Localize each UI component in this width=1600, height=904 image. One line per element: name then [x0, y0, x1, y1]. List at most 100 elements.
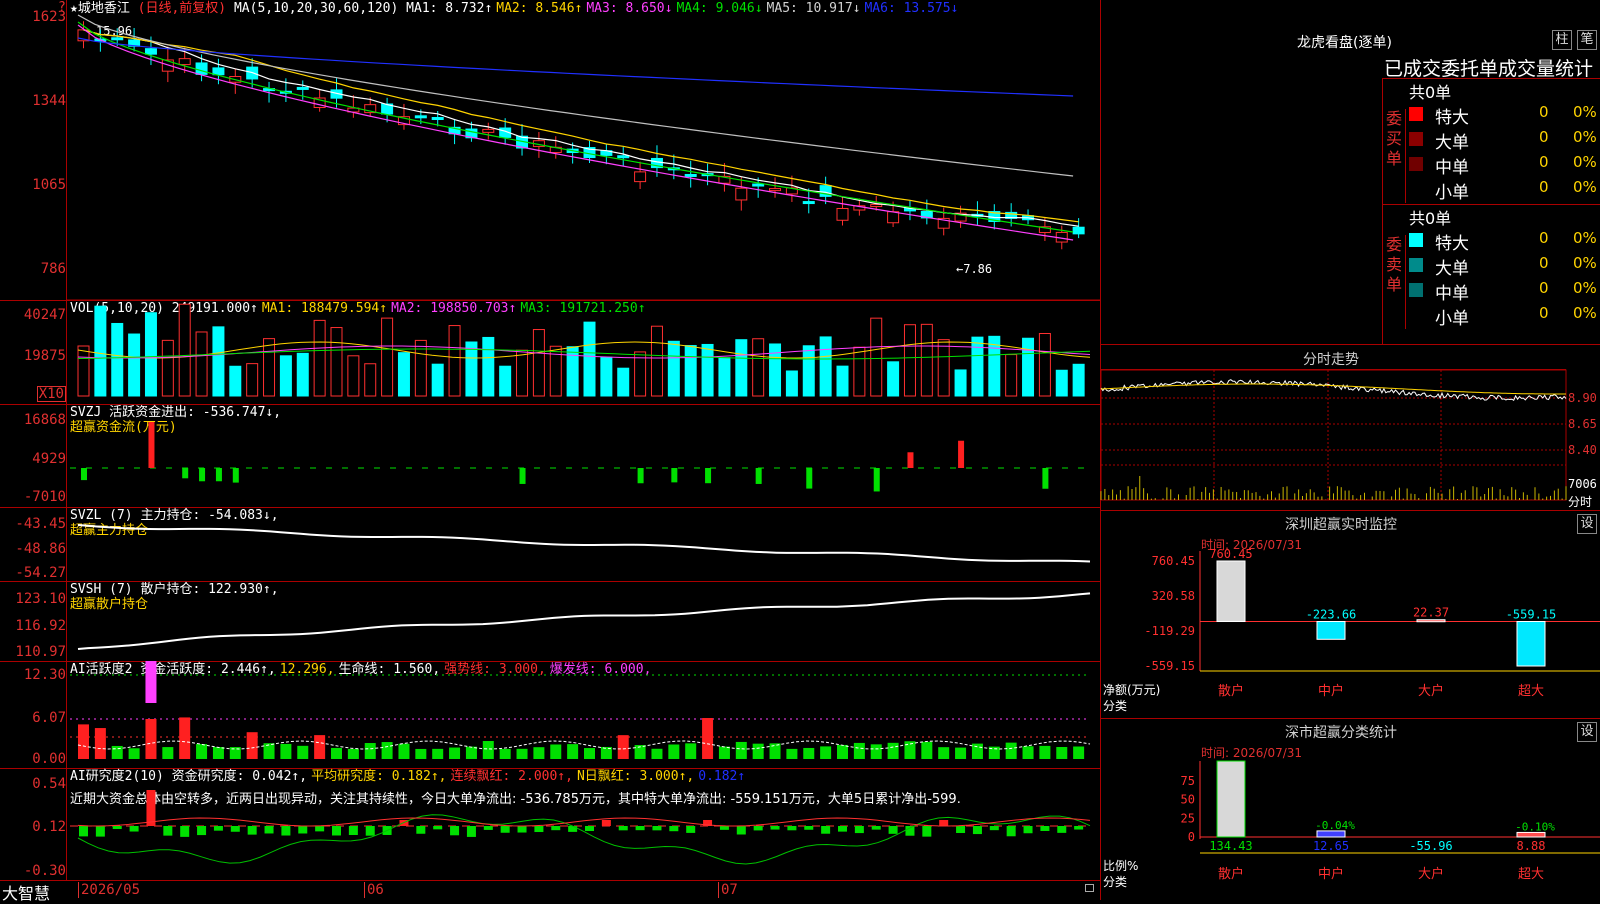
volume-bar — [279, 355, 292, 397]
avg-research-line — [77, 817, 1091, 827]
order-percent: 0% — [1573, 254, 1597, 272]
research-bar — [433, 826, 443, 830]
monitor-tick: -119.29 — [1144, 624, 1195, 638]
research-bar — [1057, 826, 1067, 833]
bar-mode-button[interactable]: 柱 — [1552, 30, 1572, 50]
activity-bar — [786, 748, 798, 759]
research-bar — [247, 826, 257, 835]
activity-bar — [364, 743, 376, 759]
volume-bar — [1038, 333, 1051, 397]
activity-bar — [971, 743, 983, 759]
flow-bar — [215, 468, 222, 482]
volume-bar — [583, 321, 596, 397]
research-bar — [197, 826, 207, 836]
order-volume: 0 — [1539, 279, 1549, 297]
classify-tick: 0 — [1188, 830, 1195, 844]
classify-bar-label: 134.43 — [1209, 839, 1252, 853]
research-bar — [534, 826, 544, 833]
activity-bar — [803, 747, 815, 759]
research-bar — [450, 826, 460, 836]
monitor-chart: 760.45 320.58 -119.29 -559.15 760.45 散户 -223.6… — [1144, 547, 1600, 699]
monitor-category: 中户 — [1318, 683, 1344, 699]
activity-bar — [111, 745, 123, 759]
sell-orders: 共0单 委卖单 特大 0 0% 大单 0 0% 中单 0 0% 小单 0 0% — [1383, 205, 1600, 329]
svzl-panel[interactable]: -43.45 -48.86 -54.27 SVZL (7) 主力持仓: -54.… — [0, 507, 1100, 582]
volume-bar — [853, 346, 866, 397]
ai-research-panel[interactable]: 0.54 0.12 -0.30 AI研究度2(10) 资金研究度: 0.042↑… — [0, 768, 1100, 881]
candle — [482, 128, 495, 133]
activity-bar — [702, 718, 714, 759]
research-bar — [736, 826, 746, 835]
main-position-line — [77, 524, 1091, 563]
volume-panel[interactable]: 40247 19875 X10 VOL(5,10,20) 249191.000↑… — [0, 300, 1100, 405]
activity-bar — [128, 748, 140, 759]
monitor-bar-label: 760.45 — [1209, 547, 1252, 561]
research-bar — [821, 826, 831, 834]
order-percent: 0% — [1573, 279, 1597, 297]
activity-bar — [567, 744, 579, 759]
order-label: 特大 — [1435, 108, 1469, 128]
order-side-label: 委卖单 — [1383, 235, 1406, 329]
ai-activity-panel[interactable]: 12.30 6.07 0.00 AI活跃度2 资金活跃度: 2.446↑, 12.… — [0, 661, 1100, 769]
activity-bar — [145, 719, 157, 759]
volume-bar — [381, 317, 394, 397]
retail-position-line — [77, 592, 1091, 650]
classify-tick: 75 — [1181, 774, 1195, 788]
kline-chart-area[interactable]: 1623 1344 1065 786 ? ★城地香江 (日线,前复权) MA(5… — [0, 0, 1100, 903]
price-panel[interactable]: 1623 1344 1065 786 ? ★城地香江 (日线,前复权) MA(5… — [0, 0, 1100, 301]
research-bar — [601, 820, 611, 826]
volume-bar — [920, 323, 933, 397]
order-percent: 0% — [1573, 304, 1597, 322]
candle — [802, 201, 815, 205]
order-label: 中单 — [1435, 284, 1469, 304]
candle — [111, 37, 124, 41]
candle — [836, 207, 849, 221]
svzj-panel[interactable]: 16868 4929 -7010 SVZJ 活跃资金进出: -536.747↓,… — [0, 404, 1100, 508]
activity-bar — [415, 748, 427, 759]
candle — [752, 183, 765, 187]
volume-bar — [347, 355, 360, 397]
candle — [735, 187, 748, 201]
tick-mode-button[interactable]: 笔 — [1577, 30, 1597, 50]
monitor-tick: -559.15 — [1144, 659, 1195, 673]
research-bar — [483, 826, 493, 830]
realtime-monitor-panel[interactable]: 深圳超赢实时监控 设 时间: 2026/07/31 760.45 320.58 -1… — [1101, 511, 1600, 718]
research-bar — [264, 826, 274, 834]
volume-bar — [516, 349, 529, 397]
lhb-panel[interactable]: 龙虎看盘(逐单) 柱 笔 已成交委托单成交量统计 共0单 委买单 特大 0 0% 大单 0 0… — [1101, 0, 1600, 344]
svsh-panel[interactable]: 123.10 116.92 110.97 SVSH (7) 散户持仓: 122.… — [0, 581, 1100, 662]
volume-bar — [634, 351, 647, 397]
activity-bar — [179, 717, 191, 759]
monitor-tick: 320.58 — [1152, 589, 1195, 603]
research-bar — [332, 826, 341, 836]
flow-bar — [519, 468, 526, 484]
research-bar — [838, 826, 847, 832]
volume-bar — [600, 356, 613, 397]
classify-tick: 25 — [1181, 811, 1195, 825]
volume-bar — [94, 305, 107, 397]
volume-bar — [431, 363, 444, 397]
activity-bar — [955, 747, 967, 759]
activity-bar — [78, 724, 89, 759]
classify-panel[interactable]: 深市超赢分类统计 设 时间: 2026/07/31 75 50 25 0 134.43 散… — [1101, 719, 1600, 900]
order-label: 小单 — [1435, 309, 1469, 329]
lock-icon[interactable] — [1085, 884, 1094, 892]
flow-bar — [148, 422, 155, 468]
activity-bar — [735, 741, 747, 759]
research-bar — [635, 826, 645, 831]
monitor-bar-label: -223.66 — [1306, 608, 1357, 622]
monitor-ylabel: 净额(万元) — [1103, 683, 1161, 697]
activity-bar — [499, 748, 511, 759]
activity-bar — [347, 748, 359, 759]
candlestick-chart[interactable] — [0, 0, 1100, 301]
activity-bar — [1022, 746, 1034, 759]
classify-bar-label: 8.88 — [1517, 839, 1546, 853]
activity-bar — [820, 746, 832, 759]
order-percent: 0% — [1573, 229, 1597, 247]
intraday-panel[interactable]: 分时走势 8.90 8.65 8.40 7006 分时 — [1100, 345, 1600, 510]
volume-bar — [195, 331, 208, 397]
activity-bar — [280, 743, 292, 759]
research-bar — [922, 826, 932, 837]
volume-bar — [532, 329, 545, 397]
candle — [870, 204, 883, 208]
